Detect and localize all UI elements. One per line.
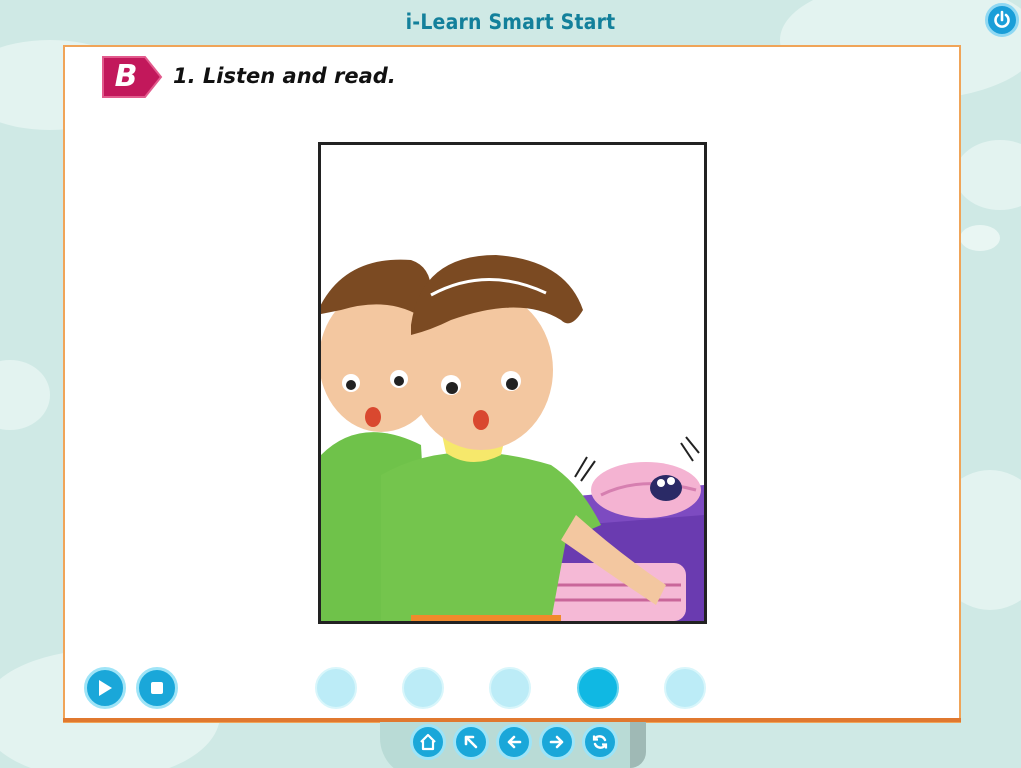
section-badge: B xyxy=(101,55,163,99)
badge-letter: B xyxy=(114,59,138,94)
play-button[interactable] xyxy=(84,667,126,709)
back-arrow-icon xyxy=(464,735,478,749)
background-cloud xyxy=(960,225,1000,251)
home-icon xyxy=(420,733,436,751)
stop-icon xyxy=(151,682,163,694)
story-picture xyxy=(318,142,707,624)
page-dot-3[interactable] xyxy=(489,667,531,709)
lesson-panel: B 1. Listen and read. xyxy=(63,45,961,723)
boy-bed-illustration xyxy=(321,255,704,621)
instruction-text: 1. Listen and read. xyxy=(173,64,396,88)
stop-button[interactable] xyxy=(136,667,178,709)
background-cloud xyxy=(0,360,50,430)
page-indicator xyxy=(315,667,715,711)
previous-button[interactable] xyxy=(496,724,532,760)
previous-icon xyxy=(507,735,522,749)
page-dot-5[interactable] xyxy=(664,667,706,709)
page-dot-1[interactable] xyxy=(315,667,357,709)
refresh-icon xyxy=(592,735,608,749)
page-dot-2[interactable] xyxy=(402,667,444,709)
home-button[interactable] xyxy=(410,724,446,760)
refresh-button[interactable] xyxy=(582,724,618,760)
audio-controls xyxy=(84,667,184,711)
page-dot-4-active[interactable] xyxy=(577,667,619,709)
next-icon xyxy=(549,735,564,749)
back-to-top-button[interactable] xyxy=(453,724,489,760)
background-cloud xyxy=(955,140,1021,210)
power-icon xyxy=(994,10,1010,28)
navigation-dock-shadow xyxy=(630,722,646,768)
next-button[interactable] xyxy=(539,724,575,760)
power-button[interactable] xyxy=(985,3,1019,37)
play-icon xyxy=(99,680,112,696)
app-title: i-Learn Smart Start xyxy=(405,10,616,34)
